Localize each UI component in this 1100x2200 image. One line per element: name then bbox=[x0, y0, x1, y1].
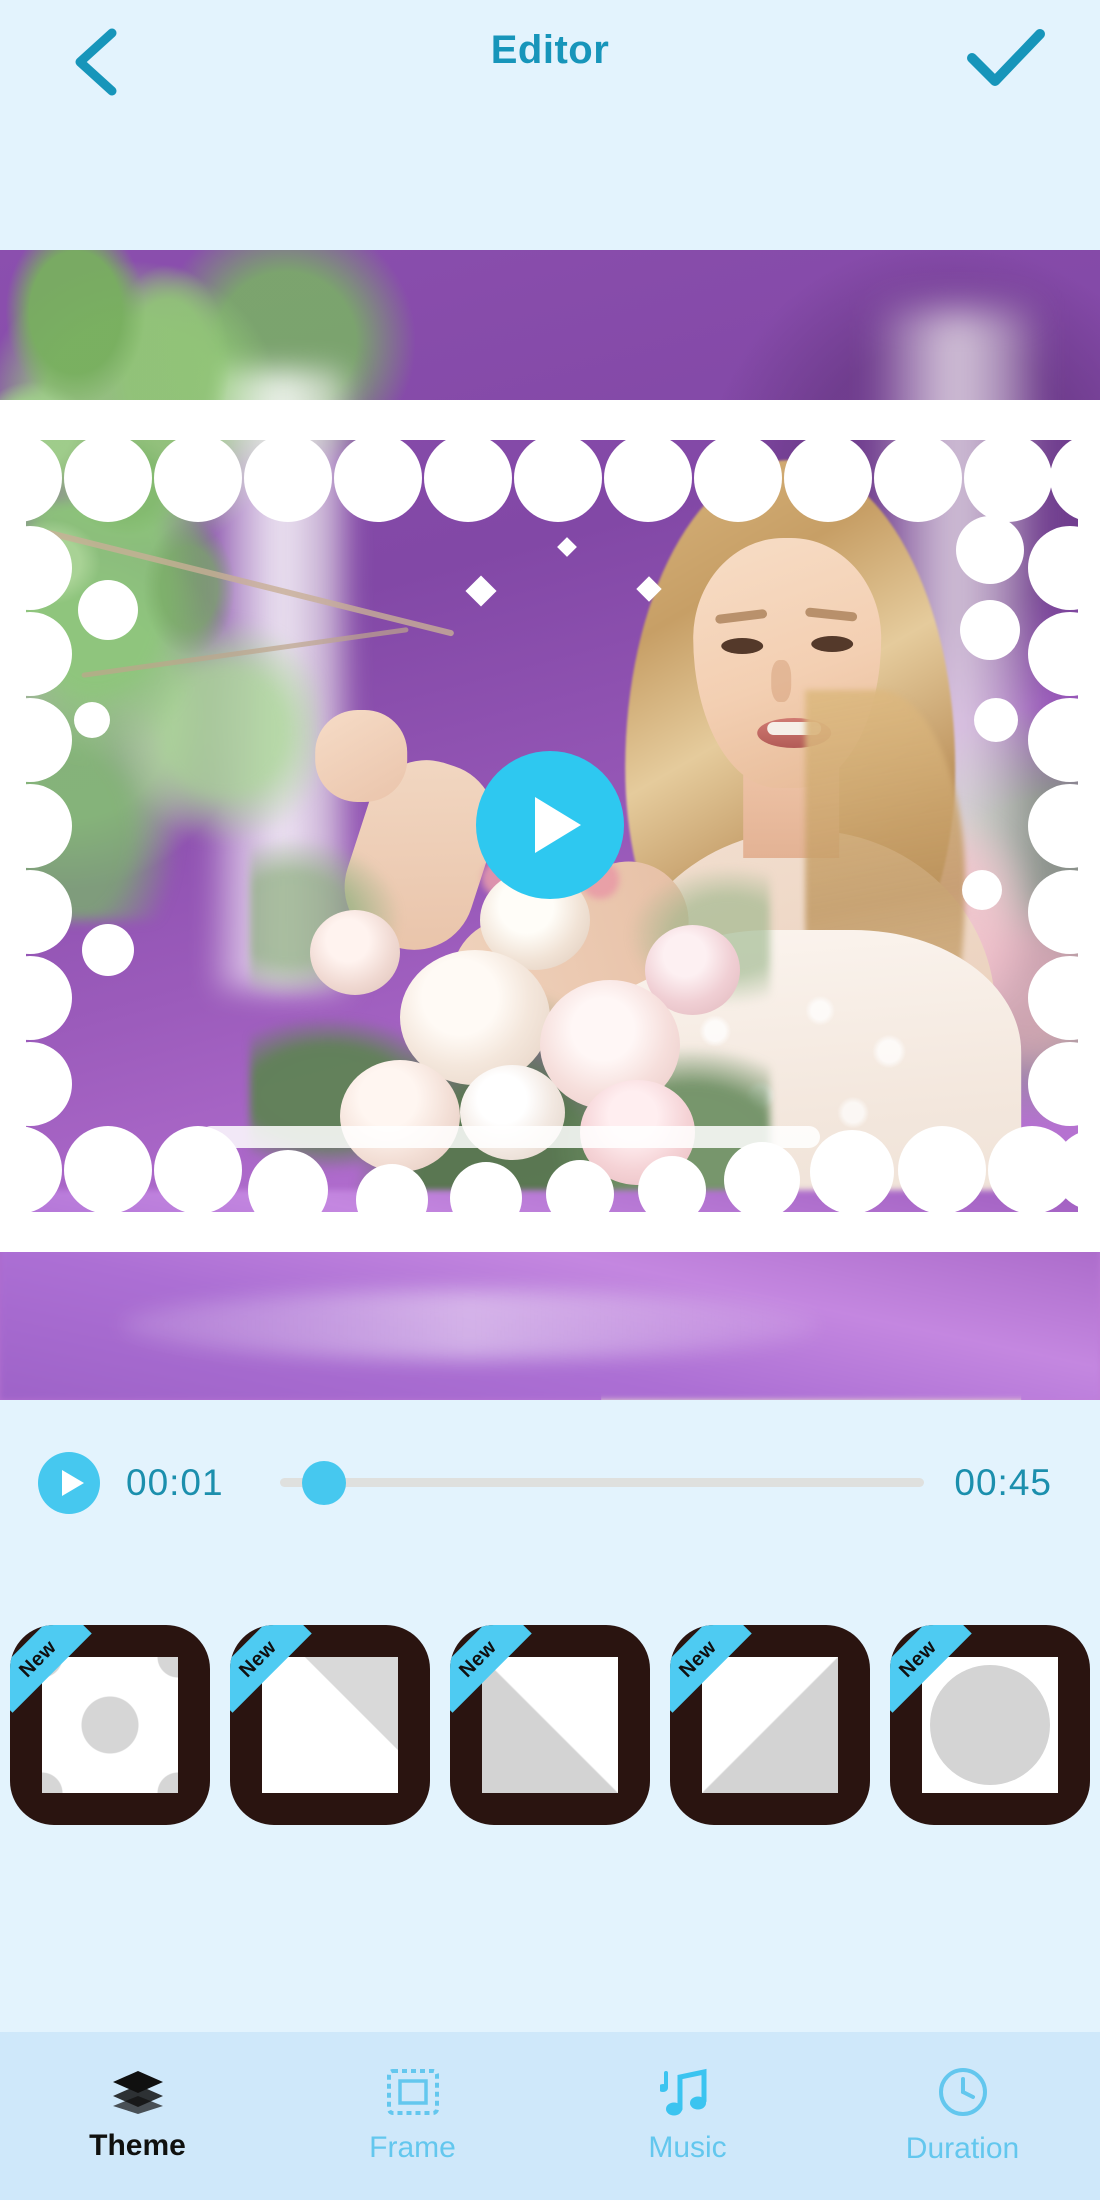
theme-thumbnail-preview bbox=[482, 1657, 618, 1793]
theme-item-corner-fold[interactable]: New bbox=[230, 1625, 430, 1825]
frame-icon bbox=[386, 2069, 439, 2115]
music-note-icon bbox=[659, 2068, 706, 2116]
theme-item-diagonal-left[interactable]: New bbox=[450, 1625, 650, 1825]
progress-knob[interactable] bbox=[301, 1460, 346, 1505]
clock-icon bbox=[938, 2068, 987, 2116]
nav-item-duration[interactable]: Duration bbox=[825, 2032, 1100, 2200]
bottom-navigation: Theme Frame Music Duration bbox=[0, 2032, 1100, 2200]
progress-slider[interactable] bbox=[279, 1452, 925, 1514]
theme-thumbnail-preview bbox=[262, 1657, 398, 1793]
check-icon bbox=[967, 29, 1045, 86]
app-header: Editor bbox=[0, 0, 1100, 250]
layers-icon bbox=[112, 2071, 163, 2114]
progress-track bbox=[279, 1478, 925, 1487]
current-time: 00:01 bbox=[126, 1461, 224, 1503]
theme-strip[interactable]: New New New New New bbox=[0, 1565, 1100, 2032]
theme-thumbnail-preview bbox=[922, 1657, 1058, 1793]
play-icon bbox=[62, 1469, 84, 1496]
nav-label: Frame bbox=[369, 2131, 456, 2164]
theme-item-circle[interactable]: New bbox=[890, 1625, 1090, 1825]
foliage-overlay bbox=[0, 250, 420, 770]
play-icon bbox=[535, 797, 581, 853]
nav-label: Music bbox=[648, 2131, 727, 2164]
nav-label: Theme bbox=[89, 2129, 186, 2162]
video-preview[interactable] bbox=[0, 250, 1100, 1400]
nav-item-music[interactable]: Music bbox=[550, 2032, 825, 2200]
timeline-play-button[interactable] bbox=[38, 1451, 100, 1514]
editor-screen: Editor 00:01 00:45 New New New New New T… bbox=[0, 0, 1100, 2200]
confirm-button[interactable] bbox=[964, 20, 1048, 100]
theme-thumbnail-preview bbox=[42, 1657, 178, 1793]
nav-item-frame[interactable]: Frame bbox=[275, 2032, 550, 2200]
theme-thumbnail-preview bbox=[702, 1657, 838, 1793]
playback-timeline: 00:01 00:45 bbox=[0, 1400, 1100, 1565]
theme-item-diagonal-right[interactable]: New bbox=[670, 1625, 870, 1825]
page-title: Editor bbox=[490, 28, 610, 72]
theme-item-circles[interactable]: New bbox=[10, 1625, 210, 1825]
play-overlay-button[interactable] bbox=[476, 751, 624, 899]
nav-label: Duration bbox=[905, 2132, 1020, 2165]
total-time: 00:45 bbox=[954, 1461, 1052, 1503]
nav-item-theme[interactable]: Theme bbox=[0, 2032, 275, 2200]
